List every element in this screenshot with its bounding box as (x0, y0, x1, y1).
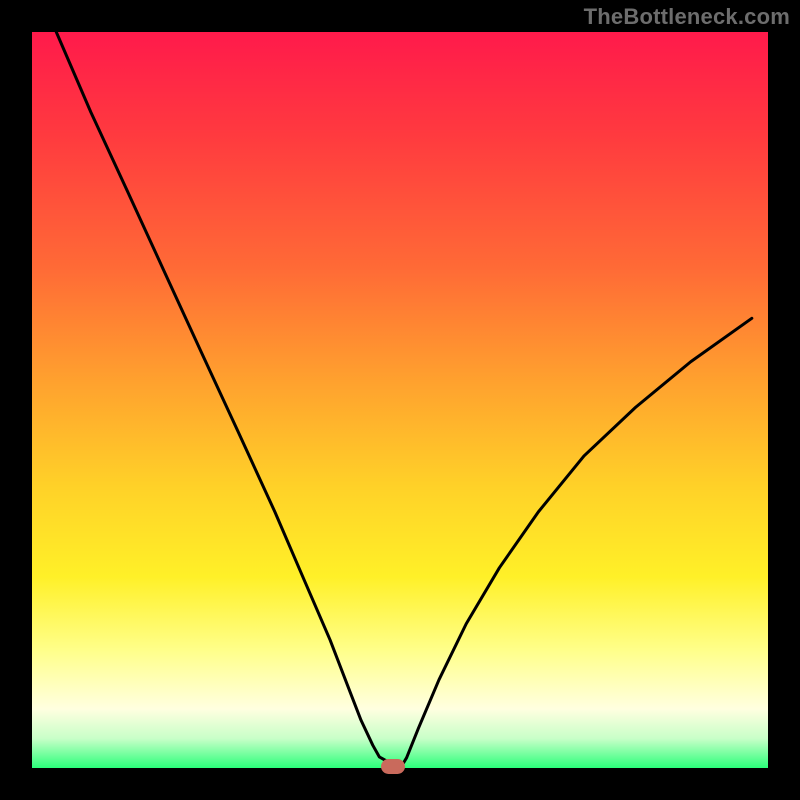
curve-layer (32, 32, 768, 768)
optimal-marker (381, 759, 405, 774)
chart-frame: TheBottleneck.com (0, 0, 800, 800)
bottleneck-curve (56, 32, 752, 767)
watermark-text: TheBottleneck.com (584, 4, 790, 30)
